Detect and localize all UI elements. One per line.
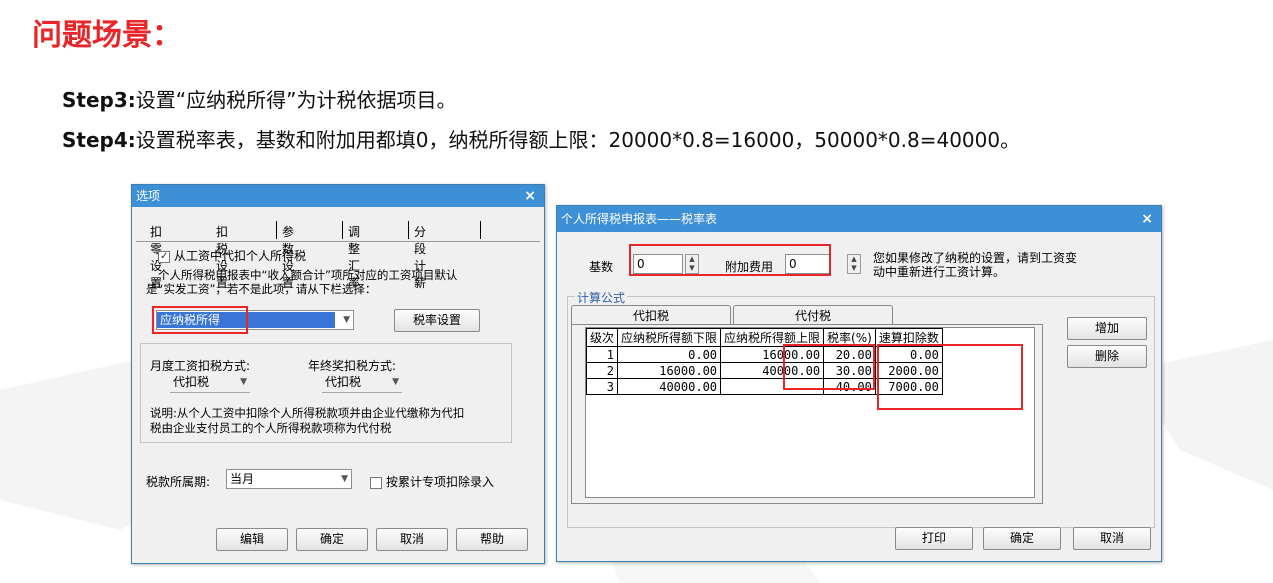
combo-underline: [322, 392, 402, 393]
combo-underline: [170, 392, 250, 393]
annual-method-label: 年终奖扣税方式:: [308, 359, 397, 373]
column-header-rate: 税率(%): [823, 328, 876, 347]
cell-level[interactable]: 2: [585, 362, 619, 379]
tax-period-value: 当月: [230, 472, 255, 486]
cell-lower-limit[interactable]: 16000.00: [617, 362, 722, 379]
cancel-button[interactable]: 取消: [1073, 527, 1151, 550]
step3-line: Step3:设置“应纳税所得”为计税依据项目。: [62, 84, 457, 113]
checkbox-unchecked-icon[interactable]: [370, 476, 382, 489]
cell-upper-limit[interactable]: 40000.00: [720, 362, 825, 379]
close-icon[interactable]: ×: [1141, 206, 1153, 232]
rate-table-container: 级次 应纳税所得额下限 应纳税所得额上限 税率(%) 速算扣除数 1 0.00 …: [585, 327, 1035, 498]
explanation-line-2: 税由企业支付员工的个人所得税款项称为代付税: [150, 421, 392, 435]
tax-rate-dialog-title: 个人所得税申报表——税率表: [561, 212, 718, 226]
column-header-deduction: 速算扣除数: [874, 328, 943, 347]
extra-fee-input[interactable]: 0: [785, 254, 831, 274]
step4-text: 设置税率表，基数和附加用都填0，纳税所得额上限：20000*0.8=16000，…: [135, 128, 1021, 152]
description-line-2: 是“实发工资”，若不是此项，请从下栏选择：: [146, 282, 377, 296]
tab-withhold-tax[interactable]: 代扣税: [571, 305, 731, 325]
tab-divider: [408, 221, 409, 239]
table-row[interactable]: 3 40000.00 40.00 7000.00: [585, 378, 943, 395]
add-button[interactable]: 增加: [1067, 317, 1147, 340]
edit-button[interactable]: 编辑: [216, 528, 288, 551]
cumulative-checkbox-label: 按累计专项扣除录入: [386, 475, 495, 489]
ok-button[interactable]: 确定: [296, 528, 368, 551]
table-header-row: 级次 应纳税所得额下限 应纳税所得额上限 税率(%) 速算扣除数: [585, 328, 943, 347]
monthly-method-value: 代扣税: [173, 375, 210, 389]
cell-rate[interactable]: 30.00: [823, 362, 876, 379]
cell-deduction[interactable]: 2000.00: [874, 362, 943, 379]
tax-rate-titlebar: 个人所得税申报表——税率表 ×: [557, 206, 1161, 232]
options-titlebar: 选项 ×: [132, 185, 544, 207]
tax-rate-dialog: 个人所得税申报表——税率表 × 基数 0 ▲ ▼ 附加费用 0 ▲ ▼ 您如果修改了…: [556, 205, 1162, 562]
cell-upper-limit[interactable]: [720, 378, 825, 395]
tab-divider: [276, 221, 277, 239]
cell-deduction[interactable]: 7000.00: [874, 378, 943, 395]
base-label: 基数: [589, 260, 614, 274]
cell-lower-limit[interactable]: 40000.00: [617, 378, 722, 395]
page-title: 问题场景：: [32, 18, 182, 53]
tab-underline: [136, 241, 540, 242]
step4-label: Step4:: [62, 128, 136, 152]
close-icon[interactable]: ×: [524, 185, 536, 207]
step3-text: 设置“应纳税所得”为计税依据项目。: [135, 88, 457, 112]
options-dialog-title: 选项: [136, 189, 161, 203]
print-button[interactable]: 打印: [895, 527, 973, 550]
tab-divider: [480, 221, 481, 239]
checkbox-checked-icon[interactable]: [158, 250, 170, 263]
chevron-down-icon[interactable]: ▼: [343, 311, 350, 329]
cell-upper-limit[interactable]: 16000.00: [720, 346, 825, 363]
monthly-method-label: 月度工资扣税方式:: [150, 359, 251, 373]
cumulative-checkbox[interactable]: 按累计专项扣除录入: [370, 473, 494, 490]
extra-fee-label: 附加费用: [725, 260, 774, 274]
withhold-checkbox-label: 从工资中代扣个人所得税: [174, 249, 307, 263]
options-dialog: 选项 × 扣零设置 扣税设置 参数设置 调整汇率 分段计薪 从工资中代扣个人所得…: [131, 184, 545, 564]
step3-label: Step3:: [62, 88, 136, 112]
help-button[interactable]: 帮助: [456, 528, 528, 551]
tab-pay-tax[interactable]: 代付税: [733, 305, 893, 325]
annual-method-value: 代扣税: [325, 375, 362, 389]
cell-lower-limit[interactable]: 0.00: [617, 346, 722, 363]
selected-item-value: 应纳税所得: [157, 312, 335, 328]
cell-level[interactable]: 3: [585, 378, 619, 395]
chevron-down-icon[interactable]: ▼: [341, 470, 348, 488]
tax-period-label: 税款所属期:: [146, 475, 211, 489]
tax-period-select[interactable]: 当月 ▼: [226, 469, 352, 489]
explanation-line-1: 说明:从个人工资中扣除个人所得税款项并由企业代缴称为代扣: [150, 406, 465, 420]
income-item-select[interactable]: 应纳税所得 ▼: [156, 310, 354, 330]
table-row[interactable]: 2 16000.00 40000.00 30.00 2000.00: [585, 362, 943, 379]
step4-line: Step4:设置税率表，基数和附加用都填0，纳税所得额上限：20000*0.8=…: [62, 124, 1020, 153]
annual-method-select[interactable]: 代扣税 ▼: [322, 373, 402, 393]
tab-divider: [342, 221, 343, 239]
base-input[interactable]: 0: [633, 254, 683, 274]
cancel-button[interactable]: 取消: [376, 528, 448, 551]
note-line-2: 动中重新进行工资计算。: [873, 265, 1006, 279]
column-header-lower-limit: 应纳税所得额下限: [617, 328, 722, 347]
delete-button[interactable]: 删除: [1067, 345, 1147, 368]
cell-rate[interactable]: 20.00: [823, 346, 876, 363]
chevron-down-icon[interactable]: ▼: [392, 373, 399, 391]
column-header-upper-limit: 应纳税所得额上限: [720, 328, 825, 347]
spin-arrows-icon[interactable]: ▲ ▼: [685, 254, 699, 274]
column-header-level: 级次: [585, 328, 619, 347]
monthly-method-select[interactable]: 代扣税 ▼: [170, 373, 250, 393]
chevron-down-icon[interactable]: ▼: [240, 373, 247, 391]
cell-rate[interactable]: 40.00: [823, 378, 876, 395]
rate-table: 级次 应纳税所得额下限 应纳税所得额上限 税率(%) 速算扣除数 1 0.00 …: [585, 328, 943, 395]
ok-button[interactable]: 确定: [983, 527, 1061, 550]
table-row[interactable]: 1 0.00 16000.00 20.00 0.00: [585, 346, 943, 363]
cell-deduction[interactable]: 0.00: [874, 346, 943, 363]
formula-group-label: 计算公式: [575, 289, 628, 306]
cell-level[interactable]: 1: [585, 346, 619, 363]
tax-rate-settings-button[interactable]: 税率设置: [394, 309, 480, 332]
spin-arrows-icon[interactable]: ▲ ▼: [847, 254, 861, 274]
withhold-checkbox[interactable]: 从工资中代扣个人所得税: [158, 247, 306, 264]
